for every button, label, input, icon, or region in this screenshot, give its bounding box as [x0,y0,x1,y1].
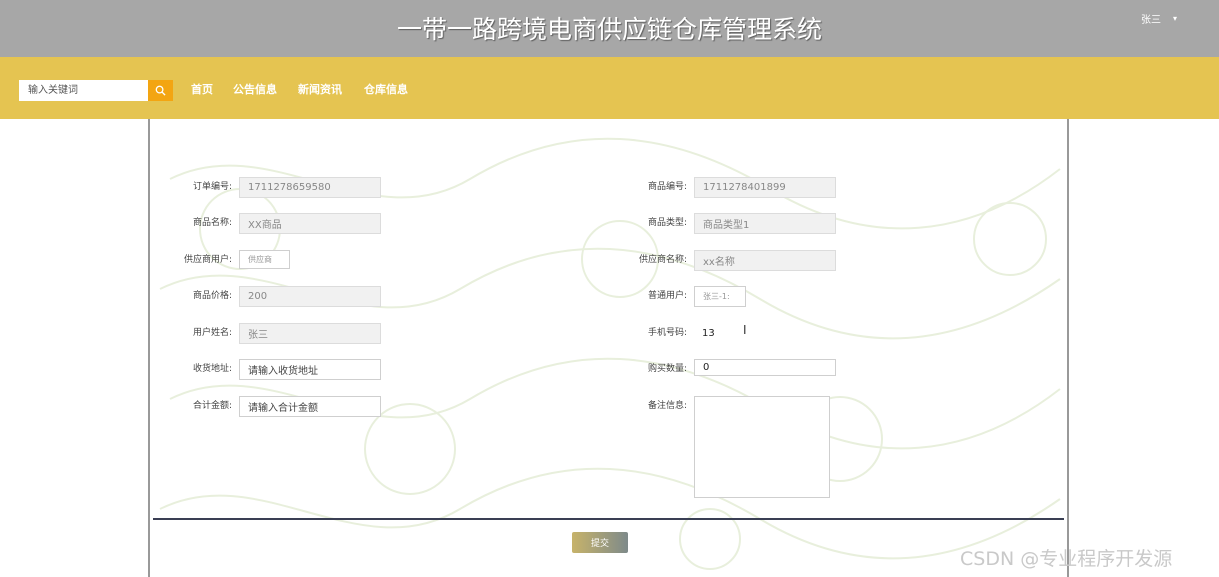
user-name[interactable]: 张三 [1141,11,1161,26]
product-price-field[interactable]: 200 [239,286,381,307]
watermark: CSDN @专业程序开发源 [960,548,1173,570]
product-no-field[interactable]: 1711278401899 [694,177,836,198]
product-name-field[interactable]: XX商品 [239,213,381,234]
regular-user-label: 普通用户: [647,291,687,301]
site-title: 一带一路跨境电商供应链仓库管理系统 [396,15,822,44]
product-type-label: 商品类型: [647,218,687,228]
quantity-label: 购买数量: [647,364,687,374]
supplier-user-field[interactable]: 供应商 [239,250,290,269]
quantity-input[interactable]: 0 [694,359,836,376]
product-price-label: 商品价格: [192,291,232,301]
product-no-label: 商品编号: [647,182,687,192]
nav-bar [0,57,1219,119]
search-button[interactable] [148,80,173,101]
remarks-textarea[interactable] [694,396,830,498]
chevron-down-icon[interactable]: ▾ [1173,14,1177,23]
total-amount-label: 合计金额: [192,401,232,411]
supplier-user-label: 供应商用户: [183,255,232,265]
search-input[interactable] [19,80,148,101]
address-label: 收货地址: [192,364,232,374]
nav-item-notices[interactable]: 公告信息 [233,81,277,97]
user-name-field[interactable]: 张三 [239,323,381,344]
nav-item-home[interactable]: 首页 [191,81,213,97]
form-divider [153,518,1064,520]
remarks-label: 备注信息: [647,401,687,411]
nav-item-warehouse[interactable]: 仓库信息 [364,81,408,97]
order-no-field[interactable]: 1711278659580 [239,177,381,198]
top-header: 一带一路跨境电商供应链仓库管理系统 [0,0,1219,57]
total-amount-input[interactable]: 请输入合计金额 [239,396,381,417]
supplier-name-label: 供应商名称: [638,255,687,265]
user-name-label: 用户姓名: [192,328,232,338]
supplier-name-field[interactable]: xx名称 [694,250,836,271]
order-no-label: 订单编号: [192,182,232,192]
phone-input[interactable]: 13 [694,323,836,344]
user-menu[interactable]: 张三 ▾ [1141,11,1177,26]
address-input[interactable]: 请输入收货地址 [239,359,381,380]
regular-user-field[interactable]: 张三-1: [694,286,746,307]
submit-button[interactable]: 提交 [572,532,628,553]
search-icon [155,85,166,96]
product-name-label: 商品名称: [192,218,232,228]
product-type-field[interactable]: 商品类型1 [694,213,836,234]
phone-label: 手机号码: [647,328,687,338]
text-cursor-icon: I [743,323,747,337]
nav-item-news[interactable]: 新闻资讯 [298,81,342,97]
